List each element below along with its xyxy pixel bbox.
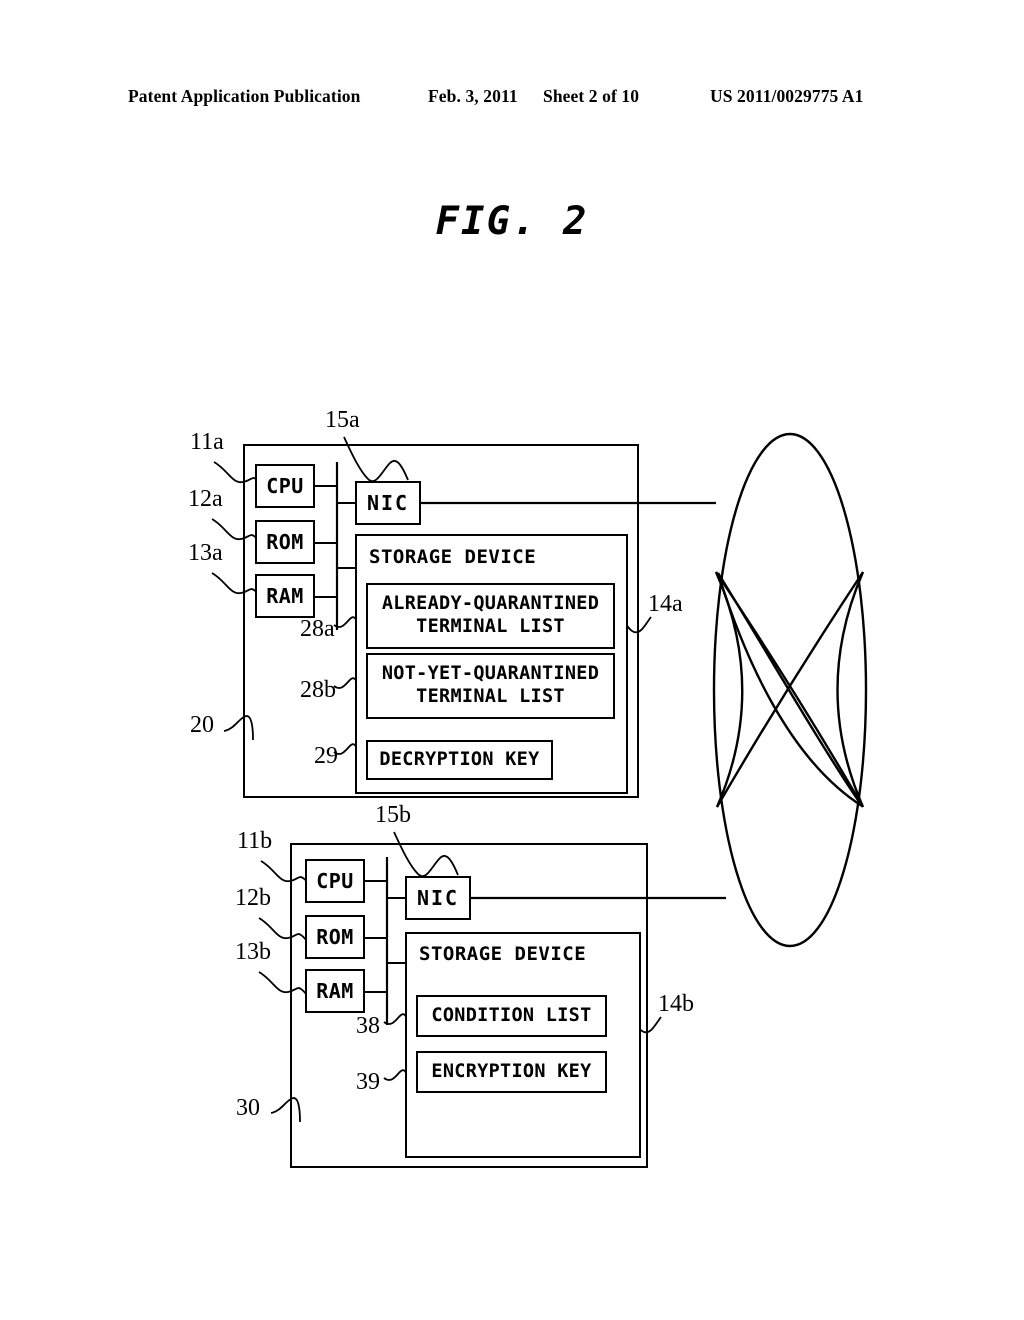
lower-cpu-label: CPU bbox=[316, 868, 354, 893]
ref-28a: 28a bbox=[300, 616, 335, 642]
lower-rom-label: ROM bbox=[316, 924, 354, 949]
not-yet-quarantined-line2: TERMINAL LIST bbox=[416, 686, 565, 707]
upper-ram-label: RAM bbox=[266, 583, 304, 608]
ref-15a: 15a bbox=[325, 407, 360, 433]
encryption-key-box: ENCRYPTION KEY bbox=[416, 1051, 607, 1093]
lower-ram-box: RAM bbox=[305, 969, 365, 1013]
upper-nic-label: NIC bbox=[366, 490, 410, 515]
upper-already-quarantined-list-box: ALREADY-QUARANTINED TERMINAL LIST bbox=[366, 583, 615, 649]
decryption-key-box: DECRYPTION KEY bbox=[366, 740, 553, 780]
ref-29: 29 bbox=[314, 743, 338, 769]
lower-cpu-box: CPU bbox=[305, 859, 365, 903]
ref-20: 20 bbox=[190, 712, 214, 738]
network-cloud-icon bbox=[712, 432, 868, 948]
lower-nic-box: NIC bbox=[405, 876, 471, 920]
ref-14b: 14b bbox=[658, 991, 694, 1017]
already-quarantined-line1: ALREADY-QUARANTINED bbox=[381, 593, 600, 615]
lower-ram-label: RAM bbox=[316, 978, 354, 1003]
upper-rom-box: ROM bbox=[255, 520, 315, 564]
upper-nic-box: NIC bbox=[355, 481, 421, 525]
ref-30: 30 bbox=[236, 1095, 260, 1121]
condition-list-label: CONDITION LIST bbox=[431, 1004, 592, 1026]
ref-38: 38 bbox=[356, 1013, 380, 1039]
lower-rom-box: ROM bbox=[305, 915, 365, 959]
upper-rom-label: ROM bbox=[266, 529, 304, 554]
upper-storage-device-label: STORAGE DEVICE bbox=[369, 546, 537, 568]
upper-cpu-box: CPU bbox=[255, 464, 315, 508]
lower-storage-device-box bbox=[405, 932, 641, 1158]
ref-12a: 12a bbox=[188, 486, 223, 512]
lower-nic-label: NIC bbox=[416, 885, 460, 910]
lower-storage-device-label: STORAGE DEVICE bbox=[419, 943, 587, 965]
ref-28b: 28b bbox=[300, 677, 336, 703]
ref-13a: 13a bbox=[188, 540, 223, 566]
decryption-key-label: DECRYPTION KEY bbox=[379, 748, 540, 770]
upper-not-yet-quarantined-list-box: NOT-YET-QUARANTINED TERMINAL LIST bbox=[366, 653, 615, 719]
already-quarantined-line2: TERMINAL LIST bbox=[416, 616, 565, 637]
condition-list-box: CONDITION LIST bbox=[416, 995, 607, 1037]
ref-11a: 11a bbox=[190, 429, 224, 455]
encryption-key-label: ENCRYPTION KEY bbox=[431, 1060, 592, 1082]
ref-15b: 15b bbox=[375, 802, 411, 828]
ref-39: 39 bbox=[356, 1069, 380, 1095]
upper-cpu-label: CPU bbox=[266, 473, 304, 498]
ref-12b: 12b bbox=[235, 885, 271, 911]
ref-11b: 11b bbox=[237, 828, 273, 854]
ref-13b: 13b bbox=[235, 939, 271, 965]
upper-ram-box: RAM bbox=[255, 574, 315, 618]
not-yet-quarantined-line1: NOT-YET-QUARANTINED bbox=[381, 663, 600, 685]
ref-14a: 14a bbox=[648, 591, 683, 617]
